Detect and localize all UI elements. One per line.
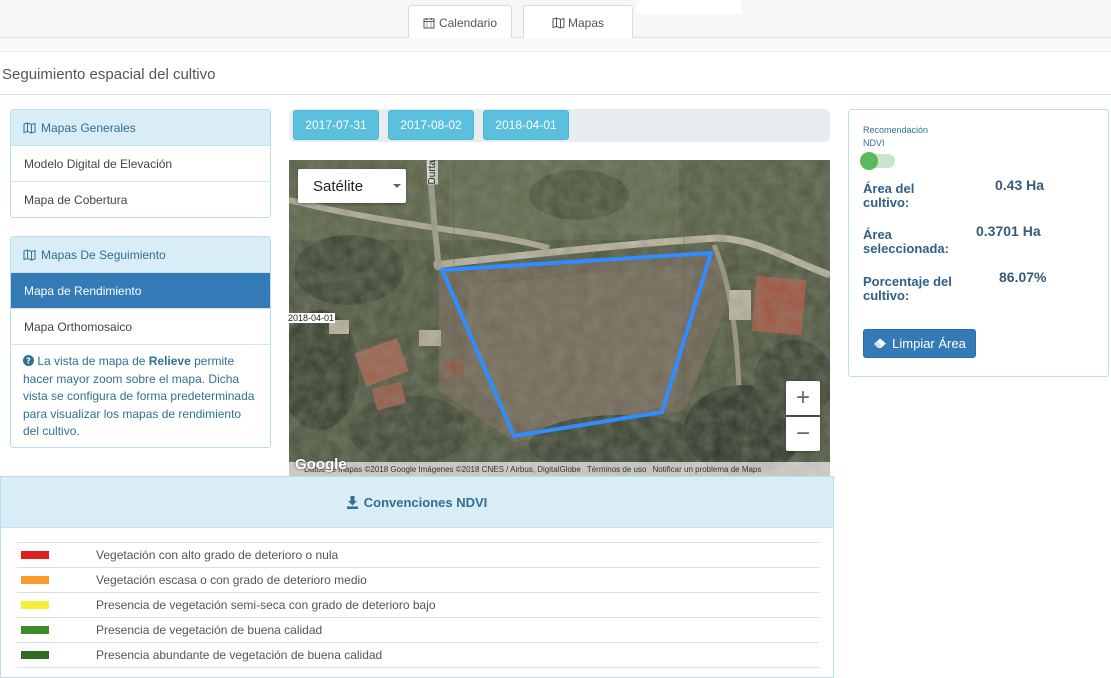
road-label: Durta (427, 160, 438, 185)
map-date-tag: 2018-04-01 (287, 313, 336, 323)
ndvi-swatch-red (21, 551, 49, 559)
ndvi-label: Presencia de vegetación de buena calidad (96, 623, 323, 637)
stats-panel: Recomendación NDVI Área del cultivo: 0.4… (848, 109, 1109, 377)
map-icon (23, 121, 36, 134)
calendar-icon (423, 17, 435, 28)
list-item-orthomosaic-map[interactable]: Mapa Orthomosaico (11, 309, 270, 345)
tab-calendario-label: Calendario (438, 15, 498, 30)
question-circle-icon: ? (23, 355, 34, 366)
map-terms-link[interactable]: Términos de uso (587, 465, 647, 474)
chevron-down-icon (393, 184, 401, 188)
ndvi-swatch-orange (21, 576, 49, 584)
date-button-2017-07-31[interactable]: 2017-07-31 (293, 110, 379, 140)
map-icon (23, 248, 36, 261)
title-divider (0, 94, 1111, 95)
ndvi-row: Vegetación escasa o con grado de deterio… (17, 568, 819, 593)
tab-calendario[interactable]: Calendario (408, 5, 512, 39)
ndvi-swatch-dark-green (21, 651, 49, 659)
ndvi-label: Vegetación escasa o con grado de deterio… (96, 573, 367, 587)
clear-area-label: Limpiar Área (892, 336, 966, 351)
ndvi-row: Presencia de vegetación de buena calidad (17, 618, 819, 643)
selected-area-label: Área seleccionada: (863, 227, 949, 256)
list-item-coverage-map[interactable]: Mapa de Cobertura (11, 182, 270, 218)
tracking-maps-title: Mapas De Seguimiento (41, 247, 166, 262)
general-maps-panel: Mapas Generales Modelo Digital de Elevac… (10, 109, 271, 218)
header-strip (0, 38, 1111, 52)
map-report-link[interactable]: Notificar un problema de Maps (652, 465, 761, 474)
ndvi-row: Presencia abundante de vegetación de bue… (17, 643, 819, 668)
zoom-out-button[interactable]: − (786, 417, 820, 451)
date-button-2018-04-01[interactable]: 2018-04-01 (483, 110, 569, 140)
map-attribution-bar: Datos de mapas ©2018 Google Imágenes ©20… (289, 462, 830, 476)
ndvi-legend-title: Convenciones NDVI (363, 494, 488, 510)
ndvi-swatch-green (21, 626, 49, 634)
list-item-yield-map[interactable]: Mapa de Rendimiento (11, 273, 270, 309)
recommendation-line2: NDVI (863, 138, 885, 148)
clear-area-button[interactable]: Limpiar Área (863, 329, 976, 358)
crop-area-value: 0.43 Ha (995, 177, 1045, 193)
ndvi-label: Presencia de vegetación semi-seca con gr… (96, 598, 436, 612)
info-text-part1: La vista de mapa de (37, 354, 149, 368)
satellite-map[interactable]: Durta Satélite + − Datos de mapas ©2018 … (289, 160, 830, 476)
map-icon (552, 16, 565, 29)
list-item-elevation-model[interactable]: Modelo Digital de Elevación (11, 146, 270, 182)
map-type-select[interactable]: Satélite (298, 169, 406, 203)
ndvi-row: Vegetación con alto grado de deterioro o… (17, 543, 819, 568)
tracking-maps-panel: Mapas De Seguimiento Mapa de Rendimiento… (10, 236, 271, 448)
general-maps-title: Mapas Generales (41, 120, 136, 135)
tracking-maps-header: Mapas De Seguimiento (11, 237, 270, 273)
ndvi-legend-panel: Convenciones NDVI Vegetación con alto gr… (0, 476, 834, 678)
page-title: Seguimiento espacial del cultivo (2, 66, 216, 83)
download-icon (346, 495, 358, 509)
google-logo: Google (295, 456, 347, 473)
selected-area-value: 0.3701 Ha (976, 223, 1041, 239)
ndvi-toggle[interactable] (860, 152, 895, 170)
info-text-bold: Relieve (148, 354, 191, 368)
ndvi-label: Vegetación con alto grado de deterioro o… (96, 548, 339, 562)
ndvi-legend-table: Vegetación con alto grado de deterioro o… (17, 542, 819, 668)
date-button-2017-08-02[interactable]: 2017-08-02 (388, 110, 474, 140)
zoom-in-button[interactable]: + (786, 381, 820, 415)
ndvi-row: Presencia de vegetación semi-seca con gr… (17, 593, 819, 618)
tab-mapas-label: Mapas (567, 15, 605, 30)
eraser-icon (874, 338, 887, 348)
ndvi-legend-header: Convenciones NDVI (1, 477, 833, 528)
map-type-value: Satélite (313, 177, 364, 195)
crop-percent-value: 86.07% (999, 269, 1047, 285)
recommendation-line1: Recomendación (863, 125, 929, 135)
recommendation-label: Recomendación NDVI (863, 124, 928, 150)
general-maps-header: Mapas Generales (11, 110, 270, 146)
satellite-imagery (289, 160, 830, 476)
tab-mapas[interactable]: Mapas (523, 5, 633, 39)
svg-text:?: ? (26, 357, 31, 366)
info-note: ? La vista de mapa de Relieve permite ha… (11, 345, 270, 441)
ndvi-label: Presencia abundante de vegetación de bue… (96, 648, 383, 662)
crop-percent-label: Porcentaje del cultivo: (863, 274, 952, 303)
ndvi-swatch-yellow (21, 601, 49, 609)
toggle-knob (860, 152, 878, 170)
blank-area (637, 0, 741, 14)
crop-area-label: Área del cultivo: (863, 181, 915, 210)
